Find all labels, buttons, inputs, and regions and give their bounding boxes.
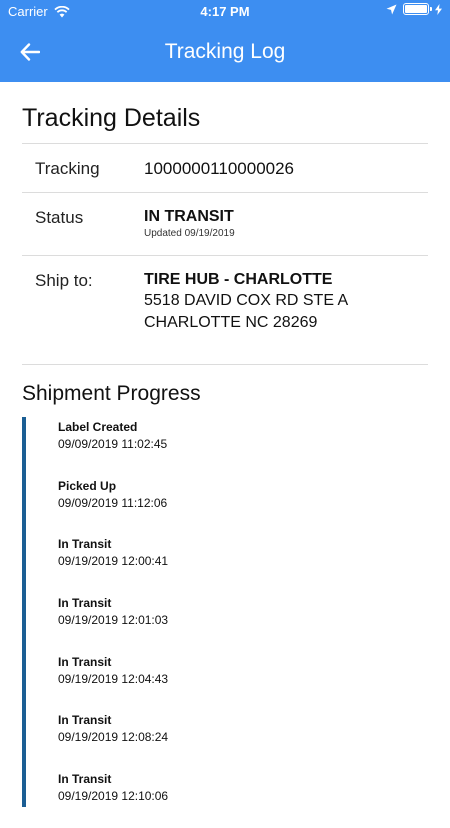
event-time: 09/19/2019 12:10:06 (58, 789, 169, 804)
timeline-event: Picked Up 09/09/2019 11:12:06 (58, 476, 168, 535)
battery-nub (430, 7, 432, 11)
event-time: 09/19/2019 12:01:03 (58, 613, 169, 628)
ship-to-address: TIRE HUB - CHARLOTTE 5518 DAVID COX RD S… (144, 271, 428, 365)
charging-bolt-icon (435, 3, 442, 15)
tracking-details-heading: Tracking Details (22, 104, 201, 132)
shipment-progress-heading: Shipment Progress (22, 382, 201, 405)
status-value-group: IN TRANSIT Updated 09/19/2019 (144, 208, 428, 255)
status-label: Status (35, 208, 84, 227)
timeline-event: In Transit 09/19/2019 12:01:03 (58, 593, 168, 652)
ship-to-street: 5518 DAVID COX RD STE A (144, 292, 349, 309)
event-label: In Transit (58, 537, 112, 552)
status-row: Status IN TRANSIT Updated 09/19/2019 (22, 193, 428, 256)
timeline-event: In Transit 09/19/2019 12:10:06 (58, 769, 168, 828)
event-time: 09/19/2019 12:08:24 (58, 730, 169, 745)
event-time: 09/19/2019 12:00:41 (58, 554, 169, 569)
event-label: Picked Up (58, 478, 117, 493)
ship-to-name: TIRE HUB - CHARLOTTE (144, 271, 333, 288)
tracking-row: Tracking 1000000110000026 (22, 144, 428, 193)
section-divider (22, 364, 428, 365)
page-title: Tracking Log (164, 40, 286, 63)
nav-bar: Tracking Log (0, 26, 450, 80)
shipment-timeline[interactable]: Label Created 09/09/2019 11:02:45 Picked… (22, 417, 428, 807)
tracking-details-table: Tracking 1000000110000026 Status IN TRAN… (22, 143, 428, 365)
ship-to-label: Ship to: (35, 271, 93, 290)
ship-to-row: Ship to: TIRE HUB - CHARLOTTE 5518 DAVID… (22, 256, 428, 365)
event-time: 09/09/2019 11:02:45 (58, 437, 168, 451)
tracking-label: Tracking (35, 159, 100, 178)
app-header: Carrier 4:17 PM Tracking Log (0, 0, 450, 82)
timeline-event: Label Created 09/09/2019 11:02:45 (58, 417, 168, 476)
event-label: In Transit (58, 596, 112, 611)
event-time: 09/09/2019 11:12:06 (58, 495, 168, 510)
timeline-event: In Transit 09/19/2019 12:00:41 (58, 534, 168, 593)
status-bar: Carrier 4:17 PM (0, 0, 450, 24)
event-label: In Transit (58, 772, 112, 787)
clock: 4:17 PM (200, 4, 250, 19)
timeline-bar (22, 417, 26, 807)
status-icons (386, 3, 442, 15)
timeline-event: In Transit 09/19/2019 12:08:24 (58, 710, 168, 769)
timeline-event: In Transit 09/19/2019 12:04:43 (58, 652, 168, 711)
event-label: In Transit (58, 654, 112, 669)
event-list: Label Created 09/09/2019 11:02:45 Picked… (58, 417, 168, 828)
status-value: IN TRANSIT (144, 208, 234, 225)
battery-level (405, 5, 427, 13)
battery-icon (403, 3, 432, 15)
event-label: Label Created (58, 420, 138, 434)
location-arrow-icon (386, 4, 397, 14)
tracking-number: 1000000110000026 (144, 159, 295, 178)
status-updated: Updated 09/19/2019 (144, 228, 235, 239)
ship-to-city: CHARLOTTE NC 28269 (144, 314, 318, 331)
event-time: 09/19/2019 12:04:43 (58, 671, 169, 686)
event-label: In Transit (58, 713, 112, 728)
